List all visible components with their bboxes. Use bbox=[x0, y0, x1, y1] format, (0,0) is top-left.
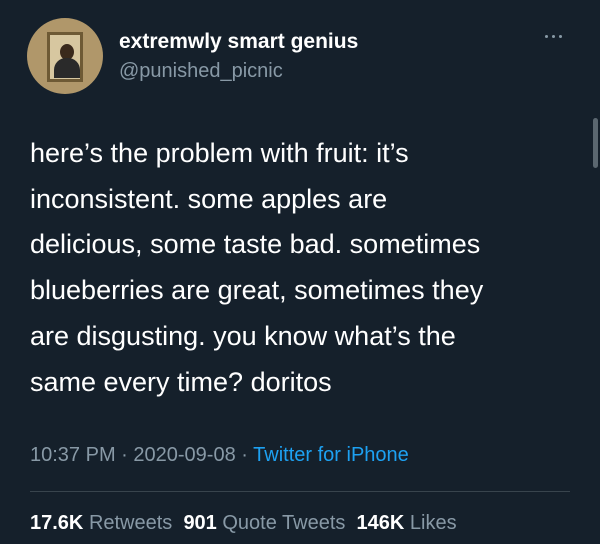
avatar-body bbox=[54, 58, 80, 78]
divider bbox=[30, 491, 570, 492]
likes-stat[interactable]: 146K Likes bbox=[357, 512, 457, 534]
quote-tweets-count: 901 bbox=[183, 512, 217, 534]
tweet-source-link[interactable]: Twitter for iPhone bbox=[253, 444, 409, 466]
meta-separator: · bbox=[241, 444, 248, 466]
tweet-card: extremwly smart genius @punished_picnic … bbox=[0, 0, 600, 544]
tweet-date[interactable]: 2020-09-08 bbox=[133, 444, 235, 466]
quote-tweets-label: Quote Tweets bbox=[222, 512, 346, 534]
tweet-text-line: delicious, some taste bad. sometimes bbox=[30, 229, 481, 260]
tweet-text: here’s the problem with fruit: it’s inco… bbox=[30, 131, 570, 405]
display-name[interactable]: extremwly smart genius bbox=[119, 30, 358, 54]
retweets-stat[interactable]: 17.6K Retweets bbox=[30, 512, 172, 534]
tweet-text-line: here’s the problem with fruit: it’s bbox=[30, 138, 409, 168]
retweets-count: 17.6K bbox=[30, 512, 84, 534]
likes-count: 146K bbox=[356, 512, 405, 534]
avatar[interactable] bbox=[27, 18, 103, 94]
more-horizontal-icon[interactable] bbox=[545, 30, 571, 42]
likes-label: Likes bbox=[409, 512, 457, 534]
scrollbar[interactable] bbox=[593, 118, 598, 168]
retweets-label: Retweets bbox=[88, 512, 173, 534]
tweet-text-line: are disgusting. you know what’s the bbox=[30, 320, 456, 351]
user-handle[interactable]: @punished_picnic bbox=[119, 60, 283, 83]
tweet-time[interactable]: 10:37 PM bbox=[30, 444, 116, 466]
quote-tweets-stat[interactable]: 901 Quote Tweets bbox=[183, 512, 345, 534]
tweet-stats: 17.6K Retweets 901 Quote Tweets 146K Lik… bbox=[30, 512, 457, 535]
tweet-text-line: blueberries are great, sometimes they bbox=[30, 275, 484, 306]
tweet-text-line: inconsistent. some apples are bbox=[30, 183, 388, 214]
tweet-meta: 10:37 PM · 2020-09-08 · Twitter for iPho… bbox=[30, 444, 409, 467]
tweet-text-line: same every time? doritos bbox=[30, 366, 332, 397]
meta-separator: · bbox=[121, 444, 128, 466]
